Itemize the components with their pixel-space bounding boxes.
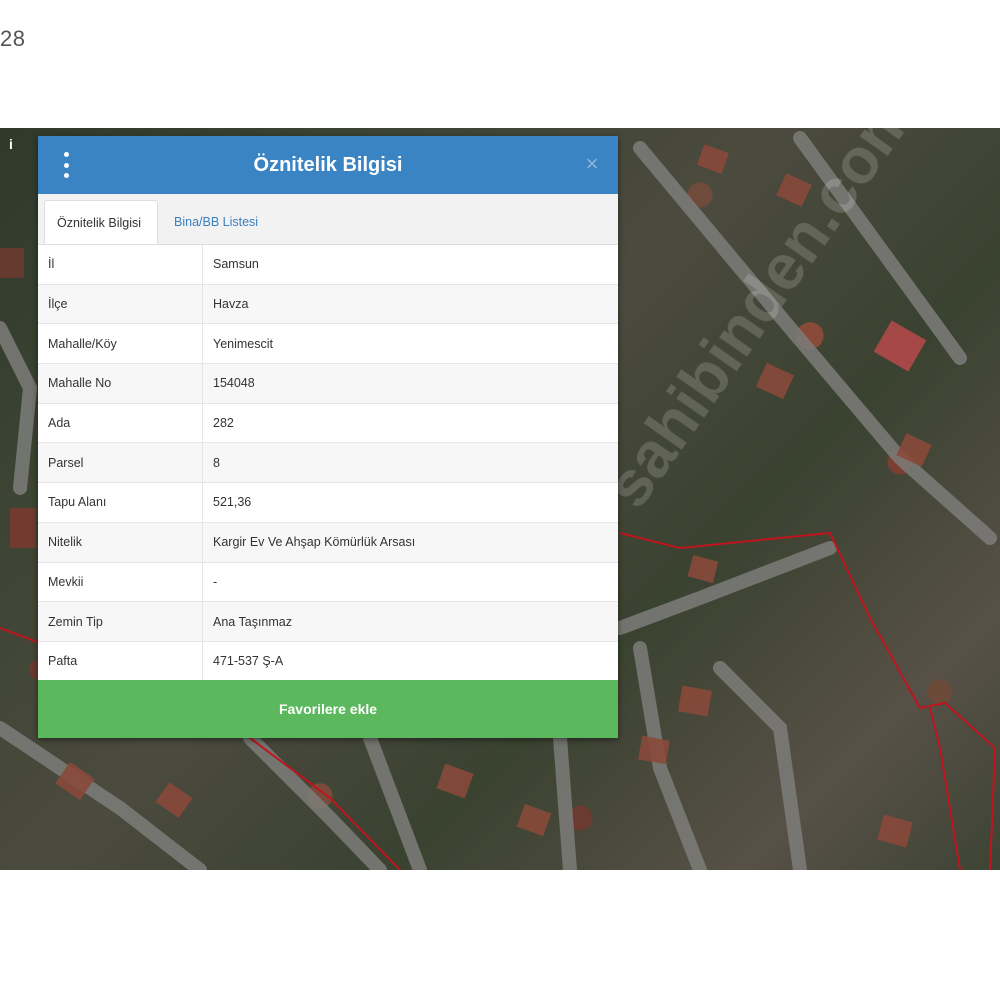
- attribute-value: Kargir Ev Ve Ahşap Kömürlük Arsası: [202, 522, 618, 563]
- tab-building-list[interactable]: Bina/BB Listesi: [162, 200, 270, 244]
- table-row: Parsel 8: [38, 442, 618, 484]
- attribute-value: 282: [202, 403, 618, 444]
- table-row: Mevkii -: [38, 562, 618, 603]
- tab-attribute-info[interactable]: Öznitelik Bilgisi: [44, 200, 158, 244]
- attribute-key: Tapu Alanı: [38, 482, 203, 523]
- info-icon[interactable]: i: [4, 135, 18, 153]
- add-to-favorites-button[interactable]: Favorilere ekle: [38, 680, 618, 738]
- table-row: Mahalle/Köy Yenimescit: [38, 323, 618, 365]
- table-row: İlçe Havza: [38, 284, 618, 325]
- attribute-value: Ana Taşınmaz: [202, 601, 618, 642]
- attribute-value: Havza: [202, 284, 618, 325]
- attribute-key: Nitelik: [38, 522, 203, 563]
- kebab-menu-icon[interactable]: [56, 152, 76, 178]
- attribute-key: Mahalle/Köy: [38, 323, 203, 365]
- table-row: Nitelik Kargir Ev Ve Ahşap Kömürlük Arsas…: [38, 522, 618, 563]
- attribute-value: 8: [202, 442, 618, 484]
- tab-bar: Öznitelik Bilgisi Bina/BB Listesi: [38, 194, 618, 245]
- panel-title: Öznitelik Bilgisi: [253, 154, 403, 176]
- attribute-value: -: [202, 562, 618, 603]
- panel-header: Öznitelik Bilgisi ×: [38, 136, 618, 194]
- table-row: Pafta 471-537 Ş-A: [38, 641, 618, 682]
- table-row: Tapu Alanı 521,36: [38, 482, 618, 523]
- attribute-table: İl Samsun İlçe Havza Mahalle/Köy Yenimescit Ma…: [38, 245, 618, 682]
- table-row: Mahalle No 154048: [38, 363, 618, 404]
- table-row: İl Samsun: [38, 245, 618, 285]
- attribute-value: Yenimescit: [202, 323, 618, 365]
- attribute-key: Pafta: [38, 641, 203, 682]
- attribute-key: Mevkii: [38, 562, 203, 603]
- attribute-key: İlçe: [38, 284, 203, 325]
- attribute-value: 154048: [202, 363, 618, 404]
- table-row: Zemin Tip Ana Taşınmaz: [38, 601, 618, 642]
- attribute-value: 521,36: [202, 482, 618, 523]
- attribute-key: Mahalle No: [38, 363, 203, 404]
- attribute-key: Zemin Tip: [38, 601, 203, 642]
- attribute-info-panel: Öznitelik Bilgisi × Öznitelik Bilgisi Bi…: [38, 136, 618, 738]
- attribute-value: 471-537 Ş-A: [202, 641, 618, 682]
- attribute-key: Ada: [38, 403, 203, 444]
- attribute-key: Parsel: [38, 442, 203, 484]
- table-row: Ada 282: [38, 403, 618, 444]
- corner-label: 28: [0, 26, 26, 51]
- attribute-value: Samsun: [202, 245, 618, 285]
- attribute-key: İl: [38, 245, 203, 285]
- close-icon[interactable]: ×: [582, 150, 602, 178]
